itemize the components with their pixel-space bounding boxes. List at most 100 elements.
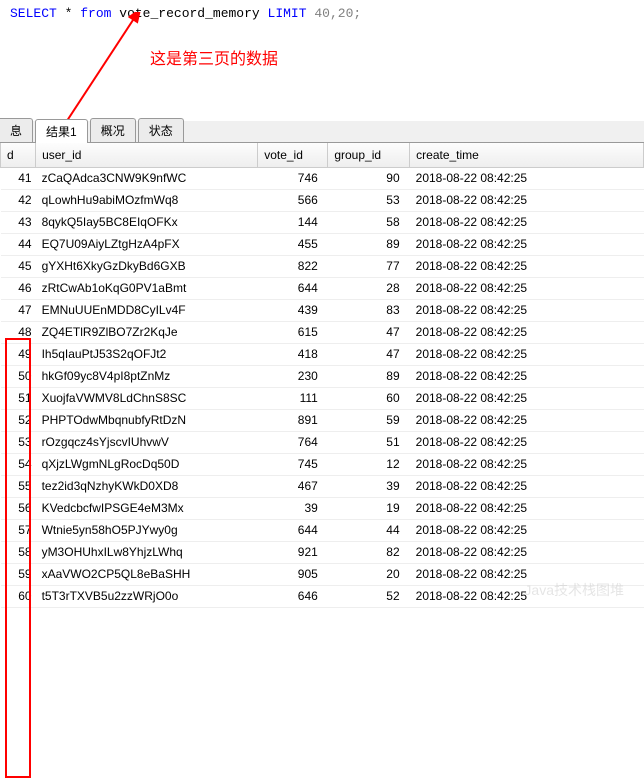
header-d[interactable]: d	[1, 143, 36, 167]
table-row[interactable]: 49Ih5qIauPtJ53S2qOFJt2418472018-08-22 08…	[1, 343, 644, 365]
cell-d: 46	[1, 277, 36, 299]
cell-group-id: 89	[328, 233, 410, 255]
cell-d: 56	[1, 497, 36, 519]
cell-group-id: 53	[328, 189, 410, 211]
cell-group-id: 19	[328, 497, 410, 519]
table-row[interactable]: 44EQ7U09AiyLZtgHzA4pFX455892018-08-22 08…	[1, 233, 644, 255]
cell-d: 54	[1, 453, 36, 475]
cell-create-time: 2018-08-22 08:42:25	[410, 189, 644, 211]
cell-vote-id: 745	[258, 453, 328, 475]
cell-create-time: 2018-08-22 08:42:25	[410, 299, 644, 321]
cell-create-time: 2018-08-22 08:42:25	[410, 497, 644, 519]
cell-vote-id: 644	[258, 519, 328, 541]
table-row[interactable]: 48ZQ4ETlR9ZlBO7Zr2KqJe615472018-08-22 08…	[1, 321, 644, 343]
header-create-time[interactable]: create_time	[410, 143, 644, 167]
cell-create-time: 2018-08-22 08:42:25	[410, 255, 644, 277]
cell-d: 51	[1, 387, 36, 409]
cell-d: 43	[1, 211, 36, 233]
cell-create-time: 2018-08-22 08:42:25	[410, 541, 644, 563]
table-row[interactable]: 53rOzgqcz4sYjscvIUhvwV764512018-08-22 08…	[1, 431, 644, 453]
cell-vote-id: 111	[258, 387, 328, 409]
cell-group-id: 39	[328, 475, 410, 497]
table-row[interactable]: 46zRtCwAb1oKqG0PV1aBmt644282018-08-22 08…	[1, 277, 644, 299]
cell-group-id: 52	[328, 585, 410, 607]
table-row[interactable]: 58yM3OHUhxILw8YhjzLWhq921822018-08-22 08…	[1, 541, 644, 563]
cell-user-id: XuojfaVWMV8LdChnS8SC	[36, 387, 258, 409]
table-row[interactable]: 57Wtnie5yn58hO5PJYwy0g644442018-08-22 08…	[1, 519, 644, 541]
cell-d: 59	[1, 563, 36, 585]
cell-d: 41	[1, 167, 36, 189]
cell-user-id: EMNuUUEnMDD8CyILv4F	[36, 299, 258, 321]
cell-create-time: 2018-08-22 08:42:25	[410, 365, 644, 387]
cell-user-id: EQ7U09AiyLZtgHzA4pFX	[36, 233, 258, 255]
cell-vote-id: 764	[258, 431, 328, 453]
cell-d: 49	[1, 343, 36, 365]
cell-user-id: t5T3rTXVB5u2zzWRjO0o	[36, 585, 258, 607]
cell-group-id: 83	[328, 299, 410, 321]
sql-limit: LIMIT	[268, 6, 307, 21]
cell-user-id: xAaVWO2CP5QL8eBaSHH	[36, 563, 258, 585]
cell-user-id: rOzgqcz4sYjscvIUhvwV	[36, 431, 258, 453]
cell-vote-id: 230	[258, 365, 328, 387]
table-row[interactable]: 52PHPTOdwMbqnubfyRtDzN891592018-08-22 08…	[1, 409, 644, 431]
cell-d: 45	[1, 255, 36, 277]
cell-vote-id: 746	[258, 167, 328, 189]
cell-d: 55	[1, 475, 36, 497]
header-user-id[interactable]: user_id	[36, 143, 258, 167]
table-row[interactable]: 47EMNuUUEnMDD8CyILv4F439832018-08-22 08:…	[1, 299, 644, 321]
cell-vote-id: 891	[258, 409, 328, 431]
cell-group-id: 51	[328, 431, 410, 453]
table-row[interactable]: 438qykQ5Iay5BC8EIqOFKx144582018-08-22 08…	[1, 211, 644, 233]
cell-vote-id: 822	[258, 255, 328, 277]
annotation-text: 这是第三页的数据	[150, 45, 278, 69]
tab-result1[interactable]: 结果1	[35, 119, 88, 143]
cell-create-time: 2018-08-22 08:42:25	[410, 453, 644, 475]
sql-args: 40,20;	[314, 6, 361, 21]
cell-group-id: 44	[328, 519, 410, 541]
cell-user-id: hkGf09yc8V4pI8ptZnMz	[36, 365, 258, 387]
table-row[interactable]: 56KVedcbcfwIPSGE4eM3Mx39192018-08-22 08:…	[1, 497, 644, 519]
cell-user-id: 8qykQ5Iay5BC8EIqOFKx	[36, 211, 258, 233]
cell-vote-id: 921	[258, 541, 328, 563]
cell-group-id: 90	[328, 167, 410, 189]
tab-info[interactable]: 息	[0, 118, 33, 142]
data-table[interactable]: d user_id vote_id group_id create_time 4…	[0, 143, 644, 608]
cell-group-id: 12	[328, 453, 410, 475]
cell-user-id: qLowhHu9abiMOzfmWq8	[36, 189, 258, 211]
cell-user-id: gYXHt6XkyGzDkyBd6GXB	[36, 255, 258, 277]
table-row[interactable]: 55tez2id3qNzhyKWkD0XD8467392018-08-22 08…	[1, 475, 644, 497]
table-row[interactable]: 42qLowhHu9abiMOzfmWq8566532018-08-22 08:…	[1, 189, 644, 211]
cell-create-time: 2018-08-22 08:42:25	[410, 211, 644, 233]
cell-d: 44	[1, 233, 36, 255]
table-row[interactable]: 51XuojfaVWMV8LdChnS8SC111602018-08-22 08…	[1, 387, 644, 409]
cell-create-time: 2018-08-22 08:42:25	[410, 409, 644, 431]
cell-vote-id: 418	[258, 343, 328, 365]
cell-vote-id: 646	[258, 585, 328, 607]
cell-vote-id: 566	[258, 189, 328, 211]
cell-user-id: yM3OHUhxILw8YhjzLWhq	[36, 541, 258, 563]
table-row[interactable]: 41zCaQAdca3CNW9K9nfWC746902018-08-22 08:…	[1, 167, 644, 189]
cell-d: 42	[1, 189, 36, 211]
cell-create-time: 2018-08-22 08:42:25	[410, 519, 644, 541]
cell-user-id: qXjzLWgmNLgRocDq50D	[36, 453, 258, 475]
table-row[interactable]: 50hkGf09yc8V4pI8ptZnMz230892018-08-22 08…	[1, 365, 644, 387]
cell-group-id: 82	[328, 541, 410, 563]
cell-user-id: zCaQAdca3CNW9K9nfWC	[36, 167, 258, 189]
cell-d: 58	[1, 541, 36, 563]
cell-create-time: 2018-08-22 08:42:25	[410, 233, 644, 255]
cell-vote-id: 644	[258, 277, 328, 299]
cell-group-id: 47	[328, 343, 410, 365]
cell-vote-id: 39	[258, 497, 328, 519]
header-group-id[interactable]: group_id	[328, 143, 410, 167]
sql-editor[interactable]: SELECT * from vote_record_memory LIMIT 4…	[0, 0, 644, 61]
cell-create-time: 2018-08-22 08:42:25	[410, 321, 644, 343]
header-vote-id[interactable]: vote_id	[258, 143, 328, 167]
cell-user-id: tez2id3qNzhyKWkD0XD8	[36, 475, 258, 497]
cell-d: 52	[1, 409, 36, 431]
cell-group-id: 20	[328, 563, 410, 585]
table-row[interactable]: 45gYXHt6XkyGzDkyBd6GXB822772018-08-22 08…	[1, 255, 644, 277]
cell-group-id: 28	[328, 277, 410, 299]
table-row[interactable]: 54qXjzLWgmNLgRocDq50D745122018-08-22 08:…	[1, 453, 644, 475]
cell-create-time: 2018-08-22 08:42:25	[410, 387, 644, 409]
cell-create-time: 2018-08-22 08:42:25	[410, 343, 644, 365]
